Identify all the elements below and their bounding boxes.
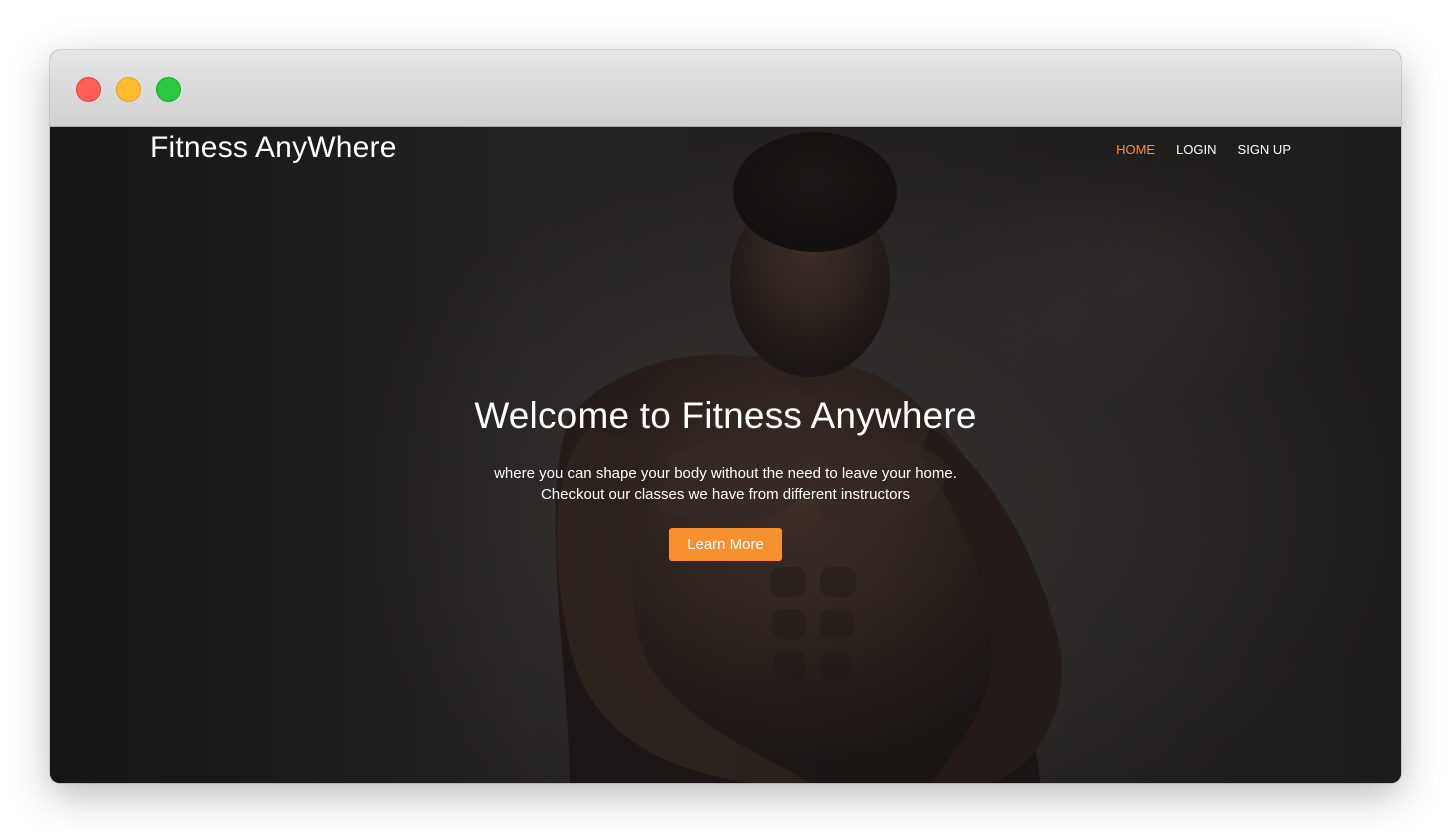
close-window-button[interactable] [76, 77, 101, 102]
hero-subtitle-line-1: where you can shape your body without th… [494, 465, 957, 482]
window-titlebar [50, 50, 1401, 127]
minimize-window-button[interactable] [116, 77, 141, 102]
site-logo[interactable]: Fitness AnyWhere [150, 131, 397, 165]
nav-home-link[interactable]: HOME [1116, 142, 1155, 157]
hero-content: Welcome to Fitness Anywhere where you ca… [50, 395, 1401, 561]
nav-signup-link[interactable]: SIGN UP [1238, 142, 1291, 157]
learn-more-button[interactable]: Learn More [669, 528, 782, 561]
browser-window: Fitness AnyWhere HOME LOGIN SIGN UP Welc… [50, 50, 1401, 783]
hero-title: Welcome to Fitness Anywhere [474, 395, 977, 436]
hero-section: Fitness AnyWhere HOME LOGIN SIGN UP Welc… [50, 127, 1401, 783]
main-nav: HOME LOGIN SIGN UP [1116, 142, 1291, 157]
hero-subtitle-line-2: Checkout our classes we have from differ… [540, 486, 911, 503]
hero-subtitle: where you can shape your body without th… [50, 463, 1401, 505]
maximize-window-button[interactable] [156, 77, 181, 102]
nav-login-link[interactable]: LOGIN [1176, 142, 1216, 157]
